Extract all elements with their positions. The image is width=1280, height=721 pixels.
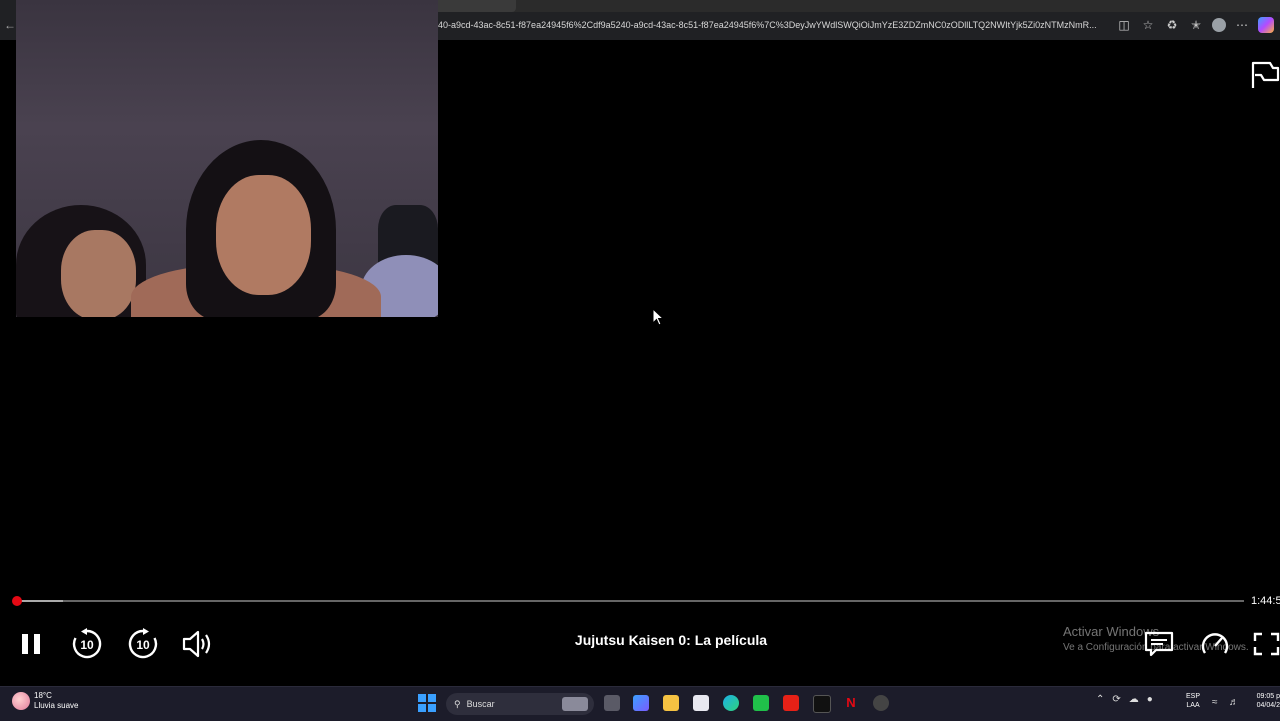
clock-date: 04/04/2	[1256, 702, 1280, 709]
subtitles-button[interactable]	[1144, 626, 1174, 662]
store-icon[interactable]	[693, 695, 709, 711]
rewind-10-button[interactable]: 10	[70, 626, 104, 662]
video-title: Jujutsu Kaisen 0: La película	[574, 632, 768, 648]
extensions-icon[interactable]: ♻	[1164, 17, 1180, 33]
volume-button[interactable]	[180, 626, 216, 662]
youtube-icon[interactable]	[783, 695, 799, 711]
pause-button[interactable]	[18, 626, 44, 662]
flag-icon[interactable]	[1250, 60, 1280, 90]
forward-label: 10	[136, 638, 150, 652]
weather-desc: Lluvia suave	[34, 701, 79, 710]
browser-toolbar-icons: ◫ ☆ ♻ ✭ ⋯	[1116, 14, 1274, 36]
pause-icon	[22, 634, 40, 654]
netflix-icon[interactable]: N	[843, 695, 859, 711]
fullscreen-icon	[1253, 632, 1280, 656]
system-tray: ⌃ ⟳ ☁ ●	[1096, 694, 1153, 705]
browser-tab[interactable]	[438, 0, 516, 12]
lang-code: ESP	[1186, 693, 1201, 700]
subtitles-icon	[1144, 631, 1174, 657]
wifi-icon[interactable]: ≈	[1212, 697, 1218, 708]
search-highlight-icon	[562, 697, 588, 711]
taskbar-search[interactable]: ⚲ Buscar	[446, 693, 594, 715]
buffer-bar	[16, 600, 63, 602]
more-icon[interactable]: ⋯	[1234, 17, 1250, 33]
speed-icon	[1201, 633, 1229, 654]
volume-icon	[182, 630, 211, 658]
progress-bar[interactable]	[12, 596, 1244, 606]
rewind-label: 10	[80, 638, 94, 652]
rewind-icon: 10	[72, 628, 102, 659]
fullscreen-button[interactable]	[1253, 626, 1280, 662]
profile-icon[interactable]	[1212, 18, 1226, 32]
tab-icon[interactable]: ◫	[1116, 17, 1132, 33]
edge-icon[interactable]	[723, 695, 739, 711]
lang-layout: LAA	[1186, 702, 1200, 709]
sync-icon[interactable]: ⟳	[1112, 694, 1120, 705]
forward-icon: 10	[128, 628, 158, 659]
kick-icon[interactable]	[753, 695, 769, 711]
back-arrow-icon[interactable]: ←	[4, 18, 16, 32]
obs-icon[interactable]	[873, 695, 889, 711]
webcam-overlay	[16, 0, 438, 317]
weather-temp: 18°C	[34, 691, 52, 700]
search-placeholder: Buscar	[466, 699, 495, 709]
search-icon: ⚲	[454, 698, 461, 709]
clock-time: 09:05 p	[1256, 693, 1280, 700]
cloud-icon[interactable]: ☁	[1129, 694, 1139, 705]
progress-knob[interactable]	[12, 596, 23, 606]
copilot-app-icon[interactable]	[633, 695, 649, 711]
time-remaining: 1:44:5	[1251, 595, 1280, 607]
copilot-icon[interactable]	[1258, 17, 1274, 33]
file-explorer-icon[interactable]	[663, 695, 679, 711]
tiktok-icon[interactable]	[813, 695, 831, 713]
mouse-cursor-icon	[652, 308, 664, 326]
favorites-icon[interactable]: ✭	[1188, 17, 1204, 33]
windows-logo-icon	[418, 694, 426, 702]
chevron-up-icon[interactable]: ⌃	[1096, 694, 1104, 705]
weather-icon	[12, 692, 30, 710]
playback-speed-button[interactable]	[1199, 626, 1231, 662]
forward-10-button[interactable]: 10	[126, 626, 160, 662]
mic-icon[interactable]: ●	[1147, 694, 1153, 705]
weather-widget[interactable]: 18°C Lluvia suave	[12, 691, 78, 711]
tab-strip	[438, 0, 1280, 12]
language-indicator[interactable]: ESP LAA	[1186, 692, 1200, 710]
task-view-icon[interactable]	[604, 695, 620, 711]
address-bar[interactable]: 40-a9cd-43ac-8c51-f87ea24945f6%2Cdf9a524…	[438, 14, 1138, 36]
star-icon[interactable]: ☆	[1140, 17, 1156, 33]
start-button[interactable]	[418, 694, 436, 712]
speaker-icon[interactable]: ♬	[1229, 697, 1239, 708]
clock[interactable]: 09:05 p 04/04/2	[1252, 692, 1280, 710]
